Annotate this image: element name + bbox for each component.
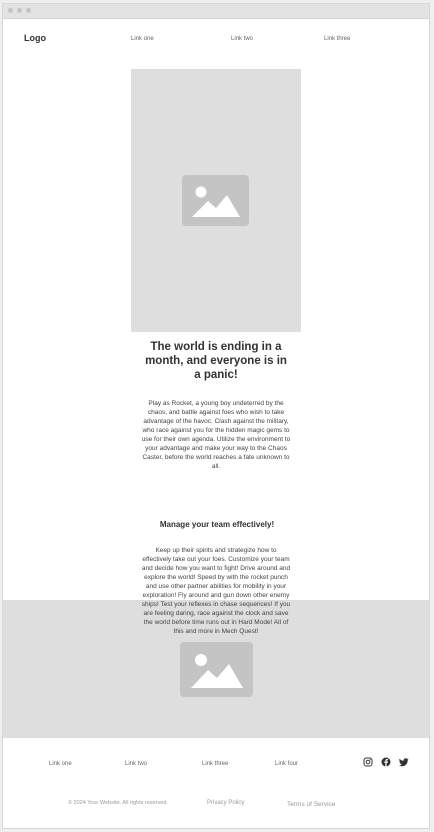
instagram-icon[interactable]: [363, 757, 373, 767]
twitter-icon[interactable]: [399, 757, 409, 767]
footer-link-one[interactable]: Link one: [49, 761, 72, 767]
window-titlebar: [3, 4, 429, 19]
copyright-text: © 2024 Your Website. All rights reserved…: [68, 800, 168, 806]
privacy-policy-link[interactable]: Privacy Policy: [207, 800, 244, 806]
window-minimize-dot[interactable]: [17, 8, 22, 13]
site-logo[interactable]: Logo: [24, 33, 46, 43]
image-placeholder-icon: [182, 175, 249, 226]
footer-link-two[interactable]: Link two: [125, 761, 147, 767]
nav-link-two[interactable]: Link two: [231, 36, 253, 42]
top-navigation: Logo Link one Link two Link three: [3, 18, 429, 58]
terms-of-service-link[interactable]: Terms of Service: [287, 801, 335, 808]
window-close-dot[interactable]: [8, 8, 13, 13]
image-placeholder-icon: [180, 642, 253, 697]
facebook-icon[interactable]: [381, 757, 391, 767]
hero-image-placeholder: [131, 69, 301, 332]
browser-window: Logo Link one Link two Link three The wo…: [2, 3, 430, 829]
footer-link-four[interactable]: Link four: [275, 761, 298, 767]
site-footer: Link one Link two Link three Link four ©…: [3, 738, 429, 828]
feature-title: Manage your team effectively!: [159, 520, 275, 529]
hero-description: Play as Rocket, a young boy undeterred b…: [141, 400, 291, 470]
feature-description: Keep up their spirits and strategize how…: [141, 547, 291, 635]
hero-title: The world is ending in a month, and ever…: [145, 341, 287, 381]
window-maximize-dot[interactable]: [26, 8, 31, 13]
nav-link-one[interactable]: Link one: [131, 36, 154, 42]
footer-link-three[interactable]: Link three: [202, 761, 228, 767]
nav-link-three[interactable]: Link three: [324, 36, 350, 42]
